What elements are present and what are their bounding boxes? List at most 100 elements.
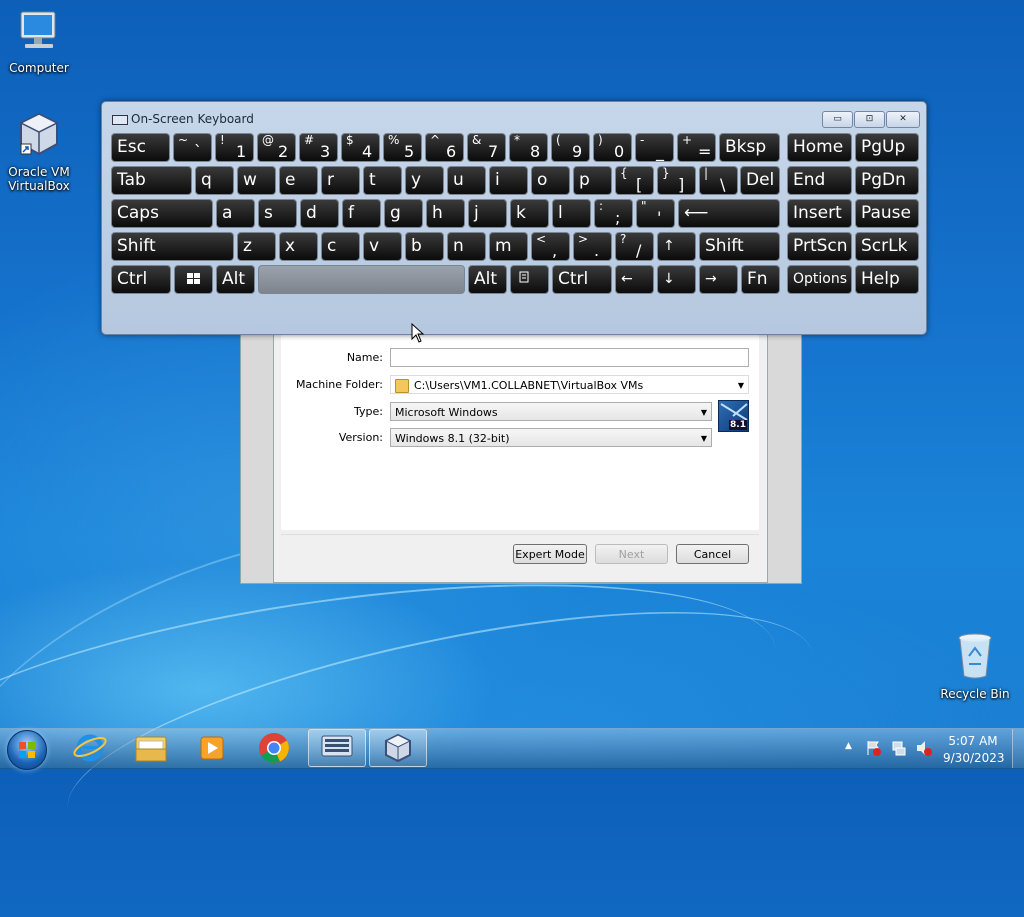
key-bracket-1[interactable]: }] — [657, 166, 696, 195]
key-fn[interactable]: Fn — [741, 265, 780, 294]
key-arrow-left[interactable]: ← — [615, 265, 654, 294]
version-select[interactable]: Windows 8.1 (32-bit) ▼ — [390, 428, 712, 447]
key-6[interactable]: ^ 6 — [425, 133, 464, 162]
key-3[interactable]: #3 — [299, 133, 338, 162]
close-button[interactable]: ✕ — [886, 111, 920, 128]
key-scrlk[interactable]: ScrLk — [855, 232, 919, 261]
type-select[interactable]: Microsoft Windows ▼ — [390, 402, 712, 421]
key-alt-right[interactable]: Alt — [468, 265, 507, 294]
key-8[interactable]: * 8 — [509, 133, 548, 162]
key-d[interactable]: d — [300, 199, 339, 228]
start-button[interactable] — [7, 730, 47, 770]
key-r[interactable]: r — [321, 166, 360, 195]
key-punct2-2[interactable]: ? / — [615, 232, 654, 261]
key-_[interactable]: - _ — [635, 133, 674, 162]
key-shift-left[interactable]: Shift — [111, 232, 234, 261]
key-punct-1[interactable]: " ' — [636, 199, 675, 228]
key-backspace[interactable]: Bksp — [719, 133, 780, 162]
key-2[interactable]: @2 — [257, 133, 296, 162]
volume-muted-icon[interactable] — [915, 739, 933, 757]
key-s[interactable]: s — [258, 199, 297, 228]
key-insert[interactable]: Insert — [787, 199, 852, 228]
desktop-icon-recycle-bin[interactable]: Recycle Bin — [937, 630, 1013, 701]
minimize-button[interactable]: ▭ — [822, 111, 853, 128]
show-hidden-icons-button[interactable]: ▲ — [845, 741, 852, 751]
name-field[interactable] — [390, 348, 749, 367]
key-windows[interactable] — [174, 265, 213, 294]
key-pgup[interactable]: PgUp — [855, 133, 919, 162]
machine-folder-combo[interactable]: C:\Users\VM1.COLLABNET\VirtualBox VMs ▼ — [390, 375, 749, 394]
key-0[interactable]: ) 0 — [593, 133, 632, 162]
taskbar-media-player[interactable] — [183, 729, 241, 767]
key-5[interactable]: % 5 — [383, 133, 422, 162]
key-k[interactable]: k — [510, 199, 549, 228]
taskbar-on-screen-keyboard[interactable] — [308, 729, 366, 767]
key-4[interactable]: $4 — [341, 133, 380, 162]
key-bracket-0[interactable]: {[ — [615, 166, 654, 195]
key-`[interactable]: ~ ` — [173, 133, 212, 162]
key-p[interactable]: p — [573, 166, 612, 195]
key-prtscn[interactable]: PrtScn — [787, 232, 852, 261]
action-center-flag-icon[interactable] — [866, 739, 882, 757]
key-shift-right[interactable]: Shift — [699, 232, 780, 261]
key-7[interactable]: & 7 — [467, 133, 506, 162]
key-y[interactable]: y — [405, 166, 444, 195]
key-punct2-0[interactable]: <, — [531, 232, 570, 261]
taskbar-internet-explorer[interactable] — [61, 729, 119, 767]
key-punct-0[interactable]: :; — [594, 199, 633, 228]
key-punct2-1[interactable]: >. — [573, 232, 612, 261]
key-j[interactable]: j — [468, 199, 507, 228]
next-button[interactable]: Next — [595, 544, 668, 564]
key-g[interactable]: g — [384, 199, 423, 228]
key-w[interactable]: w — [237, 166, 276, 195]
key-x[interactable]: x — [279, 232, 318, 261]
key-v[interactable]: v — [363, 232, 402, 261]
clock-date[interactable]: 9/30/2023 — [943, 751, 1005, 765]
key-l[interactable]: l — [552, 199, 591, 228]
key-ctrl-right[interactable]: Ctrl — [552, 265, 612, 294]
key-tab[interactable]: Tab — [111, 166, 192, 195]
key-ctrl-left[interactable]: Ctrl — [111, 265, 171, 294]
key-esc[interactable]: Esc — [111, 133, 170, 162]
key-1[interactable]: ! 1 — [215, 133, 254, 162]
key-h[interactable]: h — [426, 199, 465, 228]
key-o[interactable]: o — [531, 166, 570, 195]
key-menu[interactable] — [510, 265, 549, 294]
key-i[interactable]: i — [489, 166, 528, 195]
key-options[interactable]: Options — [787, 265, 852, 294]
desktop-icon-virtualbox[interactable]: Oracle VM VirtualBox — [1, 110, 77, 193]
key-=[interactable]: + = — [677, 133, 716, 162]
key-alt-left[interactable]: Alt — [216, 265, 255, 294]
key-9[interactable]: (9 — [551, 133, 590, 162]
key-delete[interactable]: Del — [740, 166, 780, 195]
key-n[interactable]: n — [447, 232, 486, 261]
expert-mode-button[interactable]: Expert Mode — [513, 544, 587, 564]
key-space[interactable] — [258, 265, 465, 294]
taskbar-virtualbox[interactable] — [369, 729, 427, 767]
key-arrow-up[interactable]: ↑ — [657, 232, 696, 261]
taskbar-chrome[interactable] — [245, 729, 303, 767]
key-help[interactable]: Help — [855, 265, 919, 294]
key-b[interactable]: b — [405, 232, 444, 261]
key-a[interactable]: a — [216, 199, 255, 228]
key-c[interactable]: c — [321, 232, 360, 261]
cancel-button[interactable]: Cancel — [676, 544, 749, 564]
clock-time[interactable]: 5:07 AM — [948, 734, 998, 748]
key-arrow-down[interactable]: ↓ — [657, 265, 696, 294]
key-q[interactable]: q — [195, 166, 234, 195]
key-z[interactable]: z — [237, 232, 276, 261]
key-f[interactable]: f — [342, 199, 381, 228]
network-icon[interactable] — [891, 739, 907, 757]
key-home[interactable]: Home — [787, 133, 852, 162]
show-desktop-button[interactable] — [1012, 729, 1024, 768]
key-t[interactable]: t — [363, 166, 402, 195]
key-m[interactable]: m — [489, 232, 528, 261]
key-end[interactable]: End — [787, 166, 852, 195]
key-pause[interactable]: Pause — [855, 199, 919, 228]
key-u[interactable]: u — [447, 166, 486, 195]
key-bracket-2[interactable]: | \ — [699, 166, 738, 195]
key-enter[interactable]: ⟵ — [678, 199, 780, 228]
key-caps-lock[interactable]: Caps — [111, 199, 213, 228]
key-e[interactable]: e — [279, 166, 318, 195]
taskbar-file-explorer[interactable] — [122, 729, 180, 767]
